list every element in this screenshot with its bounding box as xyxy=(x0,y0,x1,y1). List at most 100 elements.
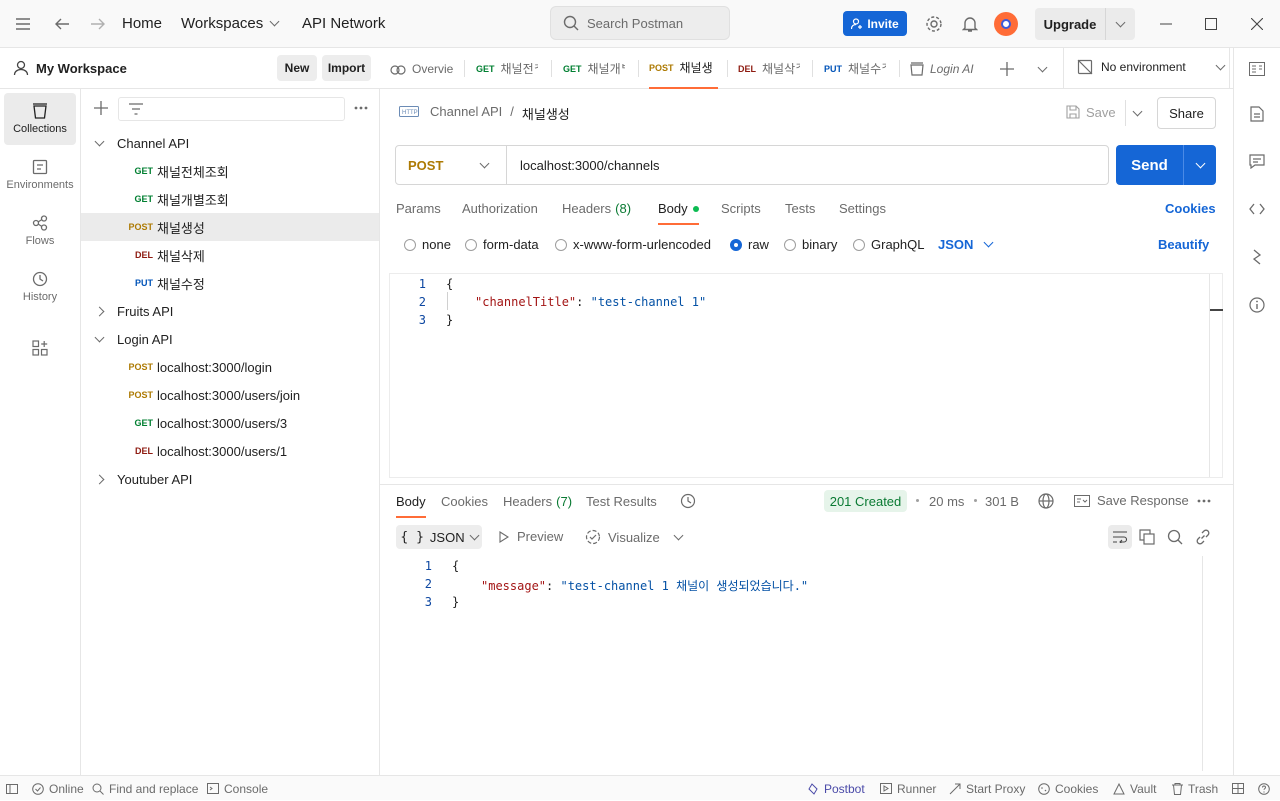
code-icon[interactable] xyxy=(1247,199,1267,219)
tab-settings[interactable]: Settings xyxy=(839,201,886,225)
tab-request[interactable]: GET 채널전ᄎ xyxy=(476,48,538,89)
request-item[interactable]: DEL 채널삭제 xyxy=(81,241,379,269)
tab-request[interactable]: DEL 채널삭ᄌ xyxy=(738,48,800,89)
tab-body[interactable]: Body xyxy=(658,201,699,225)
send-dropdown[interactable] xyxy=(1183,145,1216,185)
sidebar-item-collections[interactable]: Collections xyxy=(4,93,76,145)
radio-raw[interactable]: raw xyxy=(730,237,769,252)
back-icon[interactable] xyxy=(52,14,72,34)
tab-request-active[interactable]: POST 채널생 xyxy=(649,48,718,89)
response-body-viewer[interactable]: 1 2 3 { "message": "test-channel 1 채널이 생… xyxy=(396,556,1213,771)
trash-button[interactable]: Trash xyxy=(1172,776,1218,801)
sidebar-item-history[interactable]: History xyxy=(4,261,76,313)
search-bar[interactable]: Search Postman xyxy=(550,6,730,40)
minimize-icon[interactable] xyxy=(1156,14,1176,34)
forward-icon[interactable] xyxy=(88,14,108,34)
start-proxy-button[interactable]: Start Proxy xyxy=(949,776,1025,801)
preview-button[interactable]: Preview xyxy=(499,529,563,544)
share-button[interactable]: Share xyxy=(1157,97,1216,129)
globe-icon[interactable] xyxy=(1037,492,1055,510)
import-button[interactable]: Import xyxy=(322,55,371,81)
upgrade-dropdown[interactable] xyxy=(1105,8,1135,40)
filter-input[interactable] xyxy=(118,97,345,121)
more-options-icon[interactable] xyxy=(1195,492,1213,510)
request-item[interactable]: DEL localhost:3000/users/1 xyxy=(81,437,379,465)
url-input[interactable]: localhost:3000/channels xyxy=(507,158,1108,173)
cookies-button[interactable]: Cookies xyxy=(1038,776,1098,801)
tab-headers[interactable]: Headers (8) xyxy=(562,201,631,225)
environment-quicklook-icon[interactable] xyxy=(1247,59,1267,79)
documentation-icon[interactable] xyxy=(1247,104,1267,124)
response-format-select[interactable]: { } JSON xyxy=(396,525,482,549)
search-icon[interactable] xyxy=(1166,528,1184,546)
console-button[interactable]: Console xyxy=(207,776,268,801)
request-item[interactable]: PUT 채널수정 xyxy=(81,269,379,297)
breadcrumb-parent[interactable]: Channel API xyxy=(430,104,502,123)
close-icon[interactable] xyxy=(1247,14,1267,34)
online-status[interactable]: Online xyxy=(32,776,84,801)
visualize-dropdown[interactable] xyxy=(669,528,687,546)
request-item[interactable]: GET 채널개별조회 xyxy=(81,185,379,213)
info-icon[interactable] xyxy=(1247,295,1267,315)
new-button[interactable]: New xyxy=(277,55,317,81)
copy-icon[interactable] xyxy=(1138,528,1156,546)
toggle-sidebar-icon[interactable] xyxy=(6,776,18,801)
response-scrollbar[interactable] xyxy=(1202,556,1203,771)
response-size[interactable]: 301 B xyxy=(985,494,1019,509)
avatar[interactable] xyxy=(994,12,1018,36)
tab-params[interactable]: Params xyxy=(396,201,441,225)
add-tab-icon[interactable] xyxy=(997,59,1017,79)
tab-authorization[interactable]: Authorization xyxy=(462,201,538,225)
response-tab-cookies[interactable]: Cookies xyxy=(441,494,488,518)
postbot-button[interactable]: Postbot xyxy=(807,776,865,801)
invite-button[interactable]: Invite xyxy=(843,11,907,36)
save-response-button[interactable]: Save Response xyxy=(1074,493,1189,508)
request-body-editor[interactable]: 1 2 3 { "channelTitle": "test-channel 1"… xyxy=(389,273,1223,478)
environment-selector[interactable]: No environment xyxy=(1077,59,1226,75)
tab-request[interactable]: GET 채널개ᄇ xyxy=(563,48,625,89)
tab-login-api[interactable]: Login AI xyxy=(910,48,975,89)
request-item-selected[interactable]: POST 채널생성 xyxy=(81,213,379,241)
request-title[interactable]: 채널생성 xyxy=(522,104,570,123)
help-icon[interactable] xyxy=(1258,776,1270,801)
response-tab-test-results[interactable]: Test Results xyxy=(586,494,657,518)
request-item[interactable]: POST localhost:3000/login xyxy=(81,353,379,381)
radio-form-data[interactable]: form-data xyxy=(465,237,539,252)
api-network-link[interactable]: API Network xyxy=(302,15,385,32)
radio-urlencoded[interactable]: x-www-form-urlencoded xyxy=(555,237,711,252)
configure-sidebar-icon[interactable] xyxy=(30,338,50,358)
tab-scripts[interactable]: Scripts xyxy=(721,201,761,225)
radio-graphql[interactable]: GraphQL xyxy=(853,237,924,252)
link-icon[interactable] xyxy=(1194,528,1212,546)
cookies-link[interactable]: Cookies xyxy=(1165,201,1216,216)
workspace-name[interactable]: My Workspace xyxy=(36,61,127,76)
more-options-icon[interactable] xyxy=(351,99,371,117)
tab-request[interactable]: PUT 채널수ᄌ xyxy=(824,48,886,89)
response-history-icon[interactable] xyxy=(679,492,697,510)
collection-fruits-api[interactable]: Fruits API xyxy=(81,297,379,325)
runner-button[interactable]: Runner xyxy=(880,776,936,801)
request-item[interactable]: POST localhost:3000/users/join xyxy=(81,381,379,409)
tabs-dropdown[interactable] xyxy=(1032,59,1052,79)
raw-format-select[interactable]: JSON xyxy=(938,237,994,252)
response-tab-body[interactable]: Body xyxy=(396,494,426,518)
editor-scrollbar[interactable] xyxy=(1210,309,1223,311)
comments-icon[interactable] xyxy=(1247,151,1267,171)
notification-bell-icon[interactable] xyxy=(960,14,980,34)
workspaces-menu[interactable]: Workspaces xyxy=(181,15,280,32)
response-time[interactable]: 20 ms xyxy=(929,494,964,509)
settings-gear-icon[interactable] xyxy=(924,14,944,34)
collection-login-api[interactable]: Login API xyxy=(81,325,379,353)
tab-tests[interactable]: Tests xyxy=(785,201,815,225)
upgrade-button[interactable]: Upgrade xyxy=(1035,8,1135,40)
home-link[interactable]: Home xyxy=(122,15,162,32)
save-button[interactable]: Save xyxy=(1066,97,1126,127)
menu-icon[interactable] xyxy=(12,14,34,34)
sidebar-item-flows[interactable]: Flows xyxy=(4,205,76,257)
collection-youtuber-api[interactable]: Youtuber API xyxy=(81,465,379,493)
request-item[interactable]: GET localhost:3000/users/3 xyxy=(81,409,379,437)
related-collections-icon[interactable] xyxy=(1247,247,1267,267)
add-icon[interactable] xyxy=(92,99,110,117)
beautify-link[interactable]: Beautify xyxy=(1158,237,1209,252)
status-badge[interactable]: 201 Created xyxy=(824,490,907,512)
